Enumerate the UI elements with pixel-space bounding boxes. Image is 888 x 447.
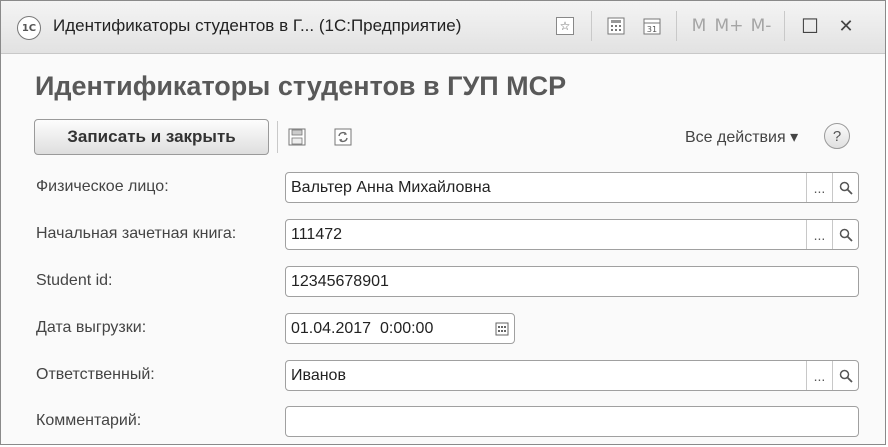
search-icon[interactable] — [832, 173, 858, 202]
date-picker-icon[interactable] — [489, 314, 514, 343]
calculator-icon[interactable] — [604, 13, 628, 39]
calendar-icon[interactable]: 31 — [640, 13, 664, 39]
select-button[interactable]: ... — [806, 173, 832, 202]
student-id-value: 12345678901 — [291, 273, 389, 290]
memory-minus-button[interactable]: M- — [748, 13, 774, 39]
person-value: Вальтер Анна Михайловна — [291, 179, 491, 196]
form-window: 1С Идентификаторы студентов в Г... (1С:П… — [0, 0, 886, 445]
title-bar: 1С Идентификаторы студентов в Г... (1С:П… — [1, 1, 885, 54]
select-button[interactable]: ... — [806, 220, 832, 249]
save-and-close-button[interactable]: Записать и закрыть — [34, 119, 269, 155]
export-date-value: 01.04.2017 0:00:00 — [291, 320, 434, 337]
person-label: Физическое лицо: — [36, 178, 169, 195]
save-icon[interactable] — [287, 127, 307, 147]
search-icon[interactable] — [832, 220, 858, 249]
record-book-value: 111472 — [291, 226, 343, 243]
record-book-field[interactable]: 111472 ... — [285, 219, 859, 250]
student-id-field[interactable]: 12345678901 — [285, 266, 859, 297]
student-id-label: Student id: — [36, 272, 113, 289]
memory-plus-button[interactable]: M+ — [715, 13, 744, 39]
search-icon[interactable] — [832, 361, 858, 390]
select-button[interactable]: ... — [806, 361, 832, 390]
responsible-field[interactable]: Иванов ... — [285, 360, 859, 391]
export-date-label: Дата выгрузки: — [36, 319, 147, 336]
all-actions-menu[interactable]: Все действия ▾ — [685, 127, 798, 147]
refresh-icon[interactable] — [333, 127, 353, 147]
toolbar-divider — [784, 11, 785, 41]
memory-button[interactable]: M — [689, 13, 709, 39]
favorites-star-icon[interactable]: ☆ — [553, 13, 577, 39]
toolbar-divider — [591, 11, 592, 41]
responsible-label: Ответственный: — [36, 366, 155, 383]
maximize-icon[interactable]: ☐ — [797, 13, 823, 39]
window-title: Идентификаторы студентов в Г... (1С:Пред… — [53, 16, 462, 35]
export-date-field[interactable]: 01.04.2017 0:00:00 — [285, 313, 515, 344]
form-title: Идентификаторы студентов в ГУП МСР — [35, 71, 567, 101]
close-icon[interactable]: ✕ — [833, 13, 859, 39]
comment-field[interactable] — [285, 406, 859, 437]
help-icon[interactable]: ? — [824, 123, 850, 149]
toolbar-divider — [676, 11, 677, 41]
app-logo[interactable]: 1С — [17, 16, 41, 40]
responsible-value: Иванов — [291, 367, 346, 384]
person-field[interactable]: Вальтер Анна Михайловна ... — [285, 172, 859, 203]
record-book-label: Начальная зачетная книга: — [36, 225, 237, 242]
svg-text:31: 31 — [647, 25, 657, 34]
command-divider — [277, 121, 278, 153]
comment-label: Комментарий: — [36, 412, 142, 429]
